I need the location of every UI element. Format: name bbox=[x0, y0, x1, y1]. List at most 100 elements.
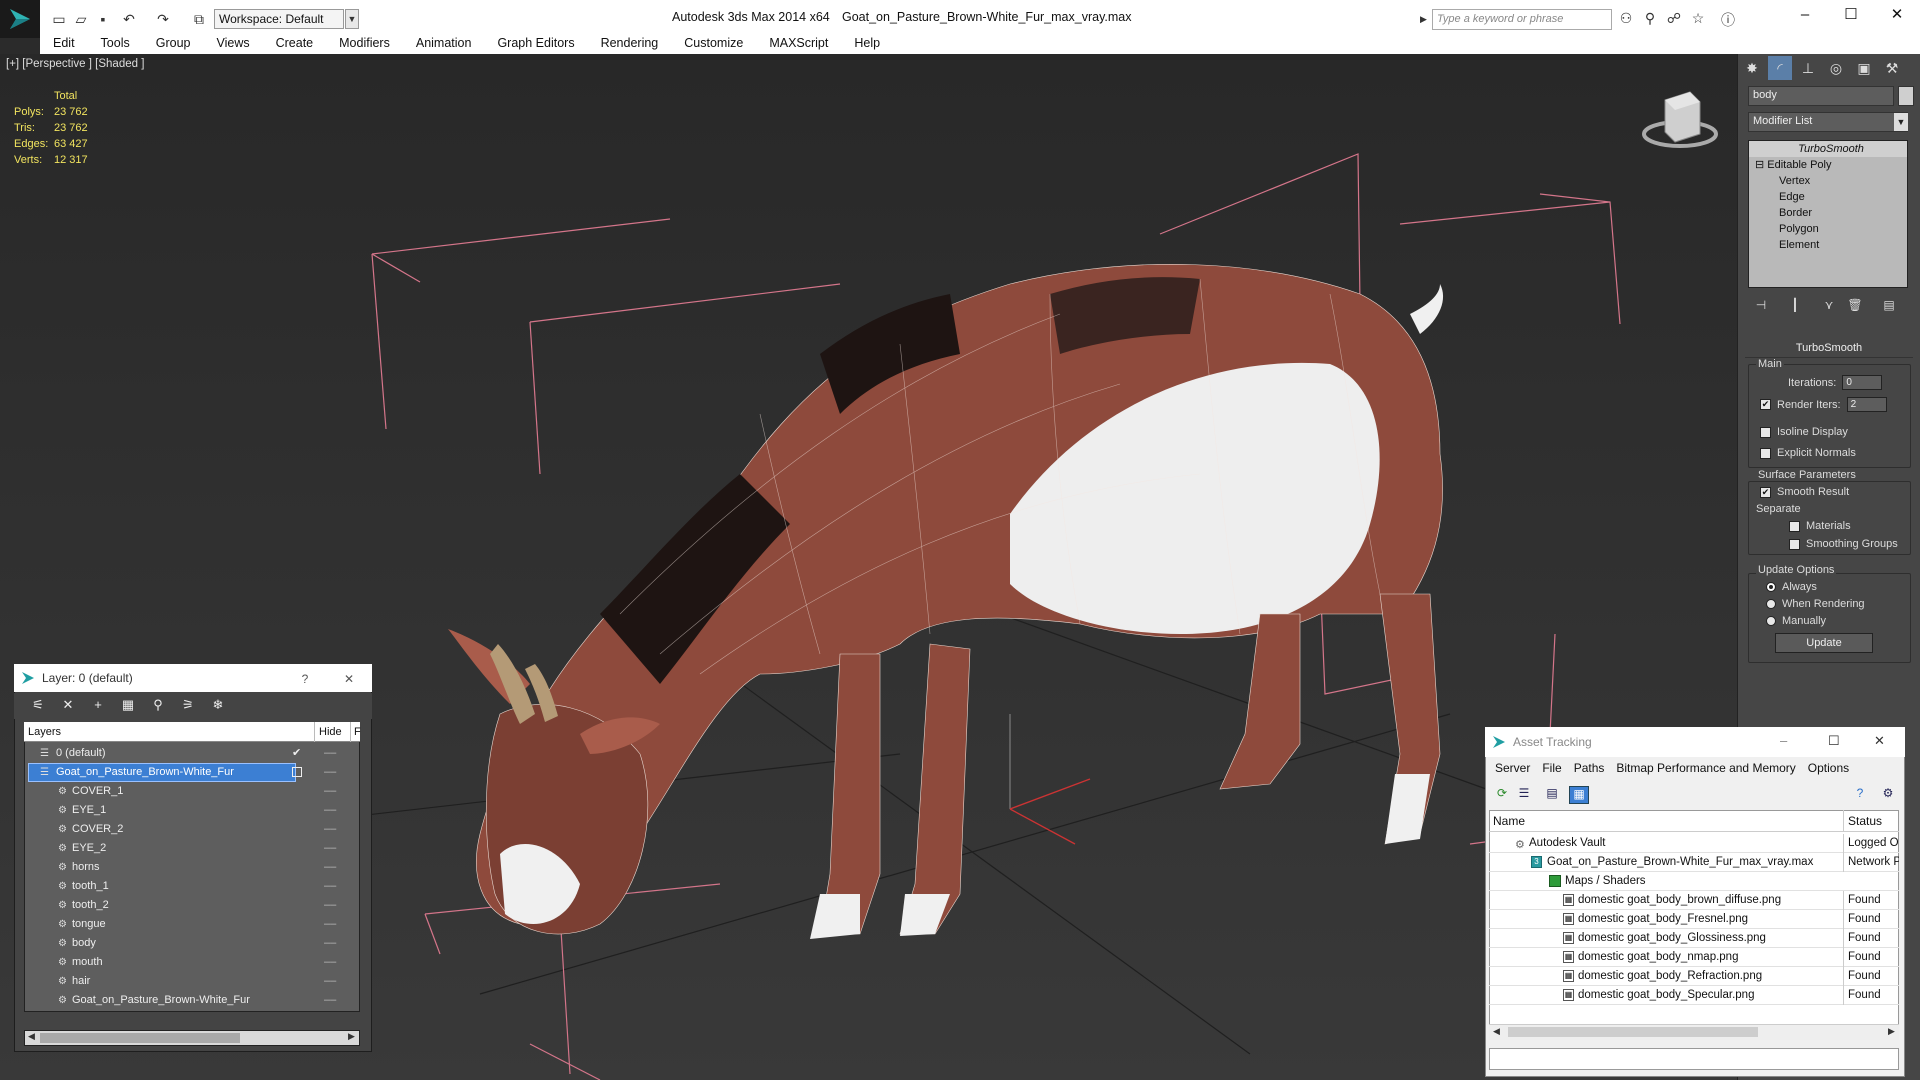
layer-scroll-thumb[interactable] bbox=[40, 1033, 240, 1043]
col-hide[interactable]: Hide bbox=[314, 722, 342, 742]
workspace-dropdown[interactable]: Workspace: Default bbox=[214, 9, 344, 29]
asset-menu-paths[interactable]: Paths bbox=[1568, 761, 1611, 775]
chevron-down-icon[interactable]: ▼ bbox=[1894, 113, 1908, 131]
hide-toggle[interactable]: –– bbox=[324, 820, 336, 839]
menu-edit[interactable]: Edit bbox=[40, 36, 88, 50]
help-icon[interactable]: ⓘ bbox=[1718, 10, 1738, 28]
hide-toggle[interactable]: –– bbox=[324, 858, 336, 877]
menu-maxscript[interactable]: MAXScript bbox=[756, 36, 841, 50]
update-always-radio[interactable] bbox=[1766, 582, 1776, 592]
asset-help-icon[interactable]: ? bbox=[1850, 786, 1870, 804]
menu-animation[interactable]: Animation bbox=[403, 36, 485, 50]
menu-customize[interactable]: Customize bbox=[671, 36, 756, 50]
hide-toggle[interactable]: –– bbox=[324, 991, 336, 1010]
update-when-rendering-radio[interactable] bbox=[1766, 599, 1776, 609]
set-current-layer-box[interactable] bbox=[292, 767, 302, 777]
stack-subobject-element[interactable]: Element bbox=[1749, 237, 1907, 253]
modify-tab-icon[interactable]: ◜ bbox=[1768, 56, 1792, 80]
stack-subobject-vertex[interactable]: Vertex bbox=[1749, 173, 1907, 189]
layer-row[interactable]: ☰ Goat_on_Pasture_Brown-White_Fur –– bbox=[24, 763, 360, 782]
make-unique-icon[interactable]: ⋎ bbox=[1820, 296, 1838, 314]
smoothing-groups-checkbox[interactable] bbox=[1789, 538, 1800, 550]
layer-row[interactable]: ⚙ COVER_2 –– bbox=[24, 820, 360, 839]
asset-row[interactable]: ▦ domestic goat_body_Specular.png Found bbox=[1489, 986, 1899, 1005]
stack-subobject-border[interactable]: Border bbox=[1749, 205, 1907, 221]
viewport-label[interactable]: [+] [Perspective ] [Shaded ] bbox=[6, 58, 144, 70]
menu-modifiers[interactable]: Modifiers bbox=[326, 36, 403, 50]
hide-toggle[interactable]: –– bbox=[324, 839, 336, 858]
layer-row[interactable]: ⚙ tongue –– bbox=[24, 915, 360, 934]
minimize-button[interactable]: – bbox=[1782, 0, 1828, 32]
refresh-icon[interactable]: ⟳ bbox=[1492, 786, 1512, 804]
hide-toggle[interactable]: –– bbox=[324, 782, 336, 801]
iterations-spinner[interactable]: 0 bbox=[1842, 375, 1883, 390]
stack-item-turbosmooth[interactable]: TurboSmooth bbox=[1749, 141, 1907, 157]
menu-help[interactable]: Help bbox=[841, 36, 893, 50]
stack-item-editable-poly[interactable]: ⊟ Editable Poly bbox=[1749, 157, 1907, 173]
layer-row[interactable]: ⚙ tooth_2 –– bbox=[24, 896, 360, 915]
object-color-swatch[interactable] bbox=[1898, 86, 1914, 106]
hierarchy-tab-icon[interactable]: ⊥ bbox=[1796, 56, 1820, 80]
pin-stack-icon[interactable]: ⊣ bbox=[1752, 296, 1770, 314]
delete-layer-icon[interactable]: ✕ bbox=[58, 697, 78, 715]
materials-checkbox[interactable] bbox=[1789, 520, 1800, 532]
asset-scroll-thumb[interactable] bbox=[1508, 1027, 1758, 1037]
hide-toggle[interactable]: –– bbox=[324, 896, 336, 915]
asset-row[interactable]: ▦ domestic goat_body_brown_diffuse.png Fou… bbox=[1489, 891, 1899, 910]
configure-sets-icon[interactable]: ▤ bbox=[1880, 296, 1898, 314]
hide-toggle[interactable]: –– bbox=[324, 744, 336, 763]
binoculars-icon[interactable]: ⚇ bbox=[1616, 10, 1636, 28]
layer-dialog-close-button[interactable]: ✕ bbox=[340, 672, 358, 686]
layer-row[interactable]: ⚙ EYE_2 –– bbox=[24, 839, 360, 858]
favorites-star-icon[interactable]: ☆ bbox=[1688, 10, 1708, 28]
layer-row[interactable]: ⚙ body –– bbox=[24, 934, 360, 953]
menu-group[interactable]: Group bbox=[143, 36, 204, 50]
save-file-icon[interactable]: ▪ bbox=[92, 9, 114, 29]
layer-row[interactable]: ☰ 0 (default) ✔ –– bbox=[24, 744, 360, 763]
new-file-icon[interactable]: ▭ bbox=[48, 9, 70, 29]
scroll-left-icon[interactable]: ◀ bbox=[28, 1031, 35, 1042]
layer-row[interactable]: ⚙ COVER_1 –– bbox=[24, 782, 360, 801]
update-manually-radio[interactable] bbox=[1766, 616, 1776, 626]
open-file-icon[interactable]: ▱ bbox=[70, 9, 92, 29]
col-freeze[interactable]: F bbox=[350, 722, 361, 742]
collapse-minus-icon[interactable]: ⊟ bbox=[1755, 159, 1767, 171]
isoline-checkbox[interactable] bbox=[1760, 426, 1771, 438]
col-layers[interactable]: Layers bbox=[28, 722, 61, 742]
active-layer-check-icon[interactable]: ✔ bbox=[292, 744, 301, 763]
hide-toggle[interactable]: –– bbox=[324, 953, 336, 972]
search-expand-icon[interactable]: ▶ bbox=[1420, 10, 1430, 28]
asset-row[interactable]: ▦ domestic goat_body_Fresnel.png Found bbox=[1489, 910, 1899, 929]
asset-row[interactable]: ▦ domestic goat_body_nmap.png Found bbox=[1489, 948, 1899, 967]
chevron-down-icon[interactable]: ▼ bbox=[345, 9, 359, 29]
hide-all-layers-icon[interactable]: ⚞ bbox=[178, 697, 198, 715]
app-logo-icon[interactable] bbox=[0, 0, 40, 38]
menu-graph-editors[interactable]: Graph Editors bbox=[484, 36, 587, 50]
layer-row[interactable]: ⚙ Goat_on_Pasture_Brown-White_Fur –– bbox=[24, 991, 360, 1010]
display-tab-icon[interactable]: ▣ bbox=[1852, 56, 1876, 80]
viewcube[interactable] bbox=[1642, 91, 1718, 148]
list-view-icon[interactable]: ☰ bbox=[1514, 786, 1534, 804]
col-status[interactable]: Status bbox=[1843, 810, 1882, 832]
layer-row[interactable]: ⚙ mouth –– bbox=[24, 953, 360, 972]
explicit-normals-checkbox[interactable] bbox=[1760, 447, 1771, 459]
scroll-right-icon[interactable]: ▶ bbox=[1888, 1026, 1895, 1037]
asset-dialog-title[interactable]: Asset Tracking bbox=[1485, 727, 1905, 757]
menu-rendering[interactable]: Rendering bbox=[588, 36, 672, 50]
asset-maximize-button[interactable]: ☐ bbox=[1828, 733, 1840, 749]
asset-menu-server[interactable]: Server bbox=[1489, 761, 1536, 775]
search-input[interactable]: Type a keyword or phrase bbox=[1432, 9, 1612, 30]
hide-toggle[interactable]: –– bbox=[324, 877, 336, 896]
close-button[interactable]: ✕ bbox=[1874, 0, 1920, 32]
asset-row[interactable]: ▦ domestic goat_body_Refraction.png Found bbox=[1489, 967, 1899, 986]
menu-tools[interactable]: Tools bbox=[88, 36, 143, 50]
freeze-all-layers-icon[interactable]: ❄ bbox=[208, 697, 228, 715]
asset-row[interactable]: ⚙ Autodesk Vault Logged Ou bbox=[1489, 834, 1899, 853]
add-to-layer-icon[interactable]: + bbox=[88, 697, 108, 715]
show-end-result-icon[interactable]: ┃ bbox=[1786, 296, 1804, 314]
utilities-tab-icon[interactable]: ⚒ bbox=[1880, 56, 1904, 80]
highlight-layer-icon[interactable]: ⚲ bbox=[148, 697, 168, 715]
modifier-list-dropdown[interactable]: Modifier List bbox=[1748, 112, 1908, 132]
create-tab-icon[interactable]: ✸ bbox=[1740, 56, 1764, 80]
communication-center-icon[interactable]: ⚲ bbox=[1640, 10, 1660, 28]
